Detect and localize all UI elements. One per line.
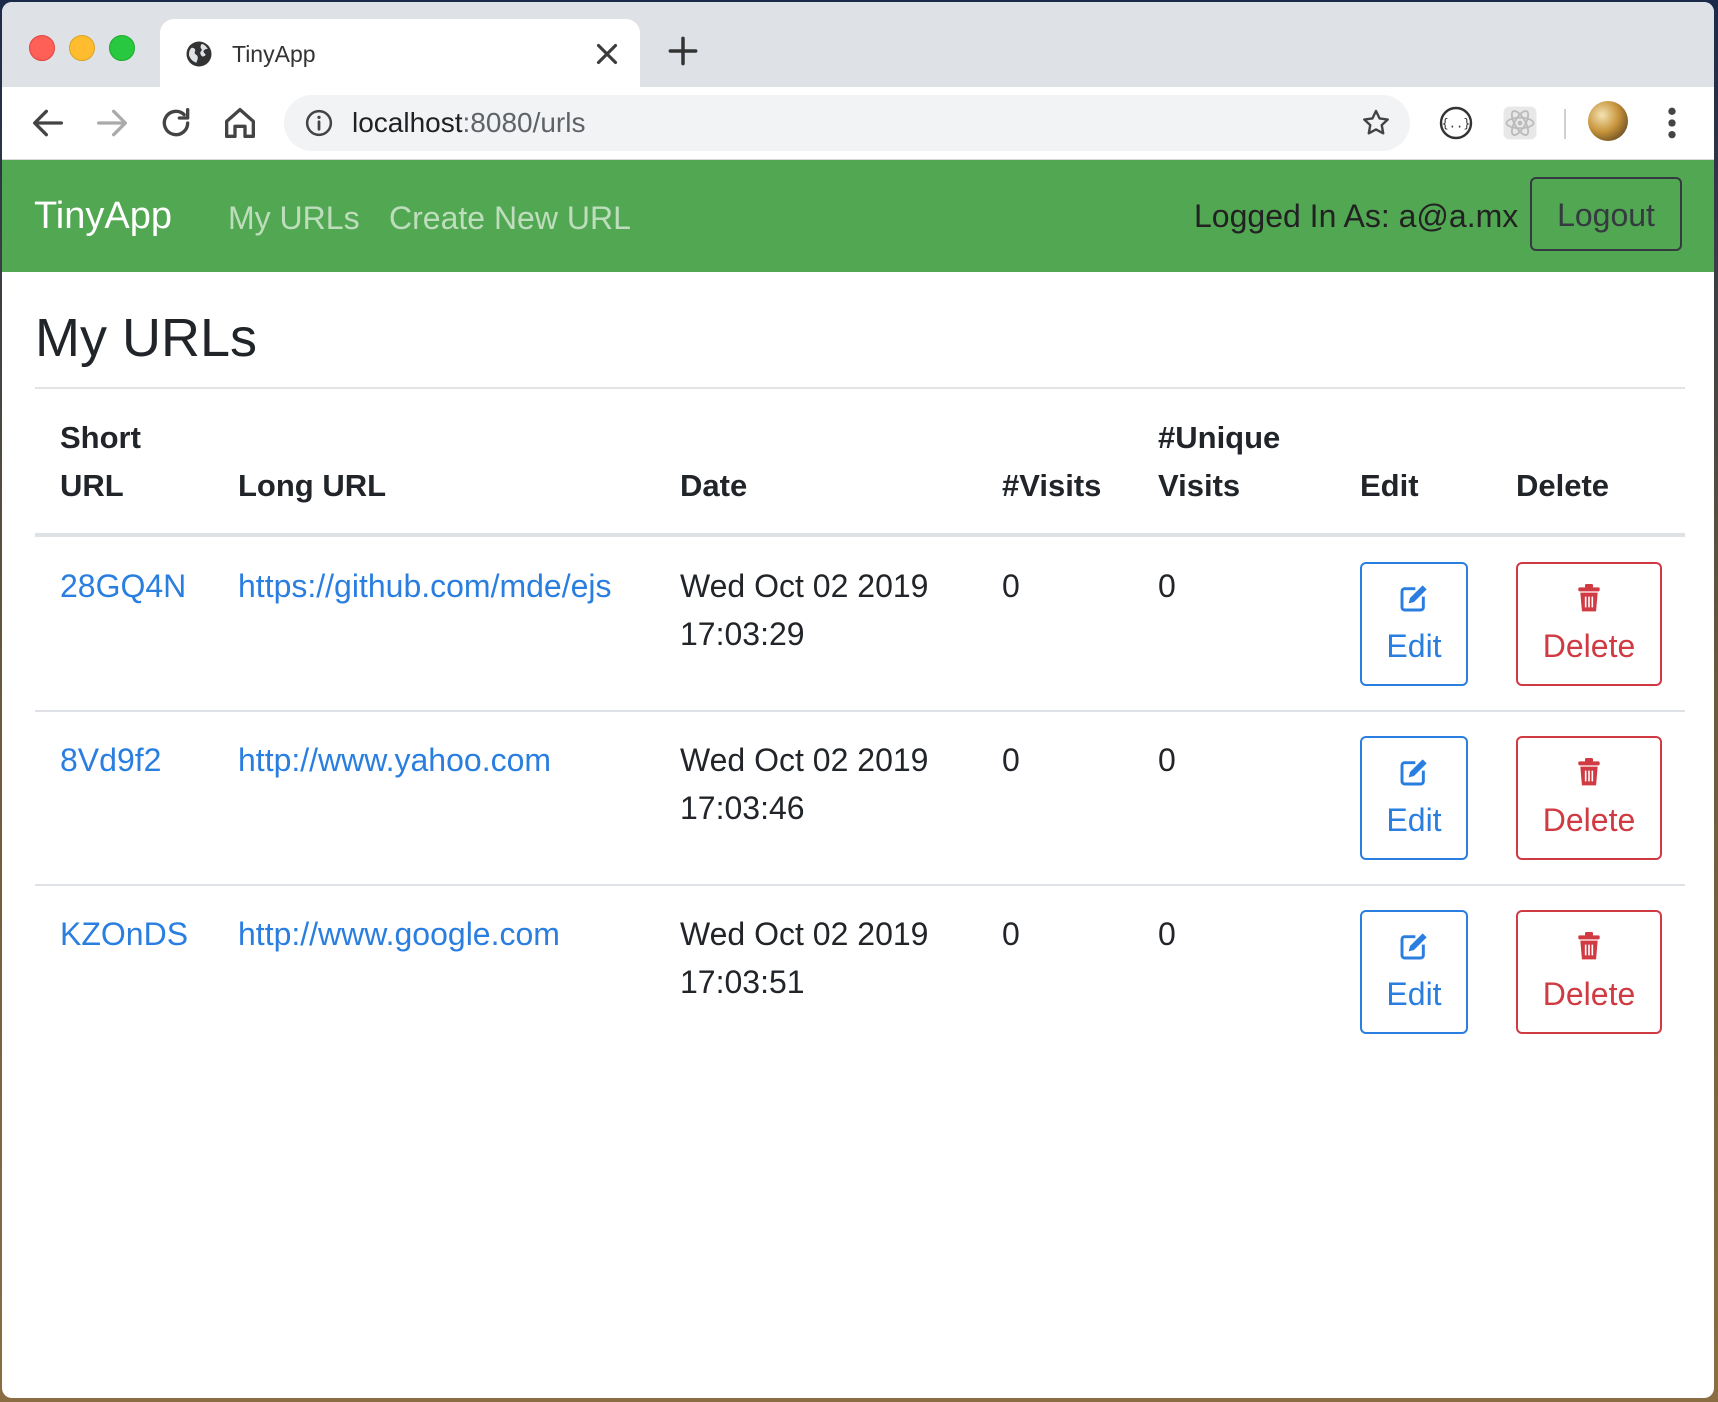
nav-link-my-urls[interactable]: My URLs	[228, 198, 360, 238]
json-extension-icon[interactable]: {..}	[1438, 105, 1474, 141]
globe-icon	[186, 41, 212, 67]
unique-visits-cell: 0	[1158, 568, 1176, 604]
new-tab-button[interactable]	[664, 32, 702, 70]
delete-label: Delete	[1542, 802, 1636, 838]
unique-visits-cell: 0	[1158, 916, 1176, 952]
page-title: My URLs	[35, 308, 258, 368]
short-url-link[interactable]: KZOnDS	[60, 910, 188, 958]
header-unique-line1: #Unique	[1158, 420, 1281, 455]
url-path: :8080/urls	[462, 107, 586, 138]
tab-title: TinyApp	[232, 41, 316, 67]
edit-label: Edit	[1386, 802, 1442, 838]
header-date: Date	[680, 468, 748, 503]
time-line: 17:03:29	[680, 616, 805, 652]
svg-text:{..}: {..}	[1442, 117, 1471, 131]
close-tab-icon[interactable]	[590, 37, 624, 71]
long-url-link[interactable]: http://www.google.com	[238, 910, 560, 958]
row-divider	[35, 710, 1685, 712]
zoom-window-button[interactable]	[109, 35, 135, 61]
trash-icon	[1578, 758, 1600, 786]
trash-icon	[1578, 932, 1600, 960]
bookmark-star-icon[interactable]	[1360, 107, 1392, 139]
long-url-link[interactable]: http://www.yahoo.com	[238, 736, 551, 784]
url-host: localhost	[352, 107, 463, 138]
close-window-button[interactable]	[29, 35, 55, 61]
date-cell: Wed Oct 02 2019 17:03:46	[680, 736, 928, 832]
header-divider	[35, 533, 1685, 537]
header-short-url-line1: Short	[60, 420, 141, 455]
delete-button[interactable]: Delete	[1516, 910, 1662, 1034]
date-line: Wed Oct 02 2019	[680, 916, 929, 952]
date-cell: Wed Oct 02 2019 17:03:29	[680, 562, 928, 658]
logout-button[interactable]: Logout	[1530, 177, 1682, 251]
edit-button[interactable]: Edit	[1360, 736, 1468, 860]
header-edit: Edit	[1360, 468, 1419, 503]
long-url-link[interactable]: https://github.com/mde/ejs	[238, 562, 612, 610]
visits-cell: 0	[1002, 916, 1020, 952]
date-line: Wed Oct 02 2019	[680, 742, 929, 778]
edit-label: Edit	[1386, 628, 1442, 664]
short-url-link[interactable]: 28GQ4N	[60, 562, 186, 610]
delete-label: Delete	[1542, 976, 1636, 1012]
visits-cell: 0	[1002, 742, 1020, 778]
time-line: 17:03:46	[680, 790, 805, 826]
pencil-square-icon	[1400, 933, 1427, 960]
short-url-link[interactable]: 8Vd9f2	[60, 736, 161, 784]
edit-label: Edit	[1386, 976, 1442, 1012]
url-text: localhost:8080/urls	[352, 107, 585, 139]
react-devtools-icon[interactable]	[1502, 105, 1538, 141]
unique-visits-cell: 0	[1158, 742, 1176, 778]
visits-cell: 0	[1002, 568, 1020, 604]
header-visits: #Visits	[1002, 468, 1102, 503]
title-divider	[35, 387, 1685, 389]
date-cell: Wed Oct 02 2019 17:03:51	[680, 910, 928, 1006]
header-unique-visits: #Unique Visits	[1158, 414, 1280, 510]
browser-window: TinyApp localhost:8080/urls {..} TinyApp…	[2, 2, 1714, 1398]
header-long-url: Long URL	[238, 468, 387, 503]
back-arrow-icon[interactable]	[28, 103, 68, 143]
profile-avatar[interactable]	[1588, 101, 1628, 141]
tab-strip: TinyApp	[2, 2, 1714, 87]
row-divider	[35, 884, 1685, 886]
brand-link[interactable]: TinyApp	[34, 194, 172, 238]
browser-toolbar: localhost:8080/urls {..}	[2, 87, 1714, 160]
date-line: Wed Oct 02 2019	[680, 568, 929, 604]
app-navbar: TinyApp My URLs Create New URL Logged In…	[2, 160, 1714, 272]
header-unique-line2: Visits	[1158, 468, 1241, 503]
home-icon[interactable]	[220, 103, 260, 143]
header-short-url: Short URL	[60, 414, 141, 510]
toolbar-divider	[1564, 109, 1566, 139]
trash-icon	[1578, 584, 1600, 612]
nav-link-create-new-url[interactable]: Create New URL	[389, 198, 631, 238]
delete-button[interactable]: Delete	[1516, 736, 1662, 860]
delete-button[interactable]: Delete	[1516, 562, 1662, 686]
browser-tab[interactable]: TinyApp	[160, 19, 640, 87]
delete-label: Delete	[1542, 628, 1636, 664]
logged-in-status: Logged In As: a@a.mx	[1194, 198, 1519, 234]
pencil-square-icon	[1400, 585, 1427, 612]
minimize-window-button[interactable]	[69, 35, 95, 61]
header-delete: Delete	[1516, 468, 1610, 503]
edit-button[interactable]: Edit	[1360, 562, 1468, 686]
forward-arrow-icon[interactable]	[92, 103, 132, 143]
header-short-url-line2: URL	[60, 468, 124, 503]
reload-icon[interactable]	[156, 103, 196, 143]
edit-button[interactable]: Edit	[1360, 910, 1468, 1034]
info-icon[interactable]	[304, 108, 334, 138]
address-bar[interactable]: localhost:8080/urls	[284, 95, 1410, 151]
pencil-square-icon	[1400, 759, 1427, 786]
menu-kebab-icon[interactable]	[1662, 103, 1682, 143]
time-line: 17:03:51	[680, 964, 805, 1000]
